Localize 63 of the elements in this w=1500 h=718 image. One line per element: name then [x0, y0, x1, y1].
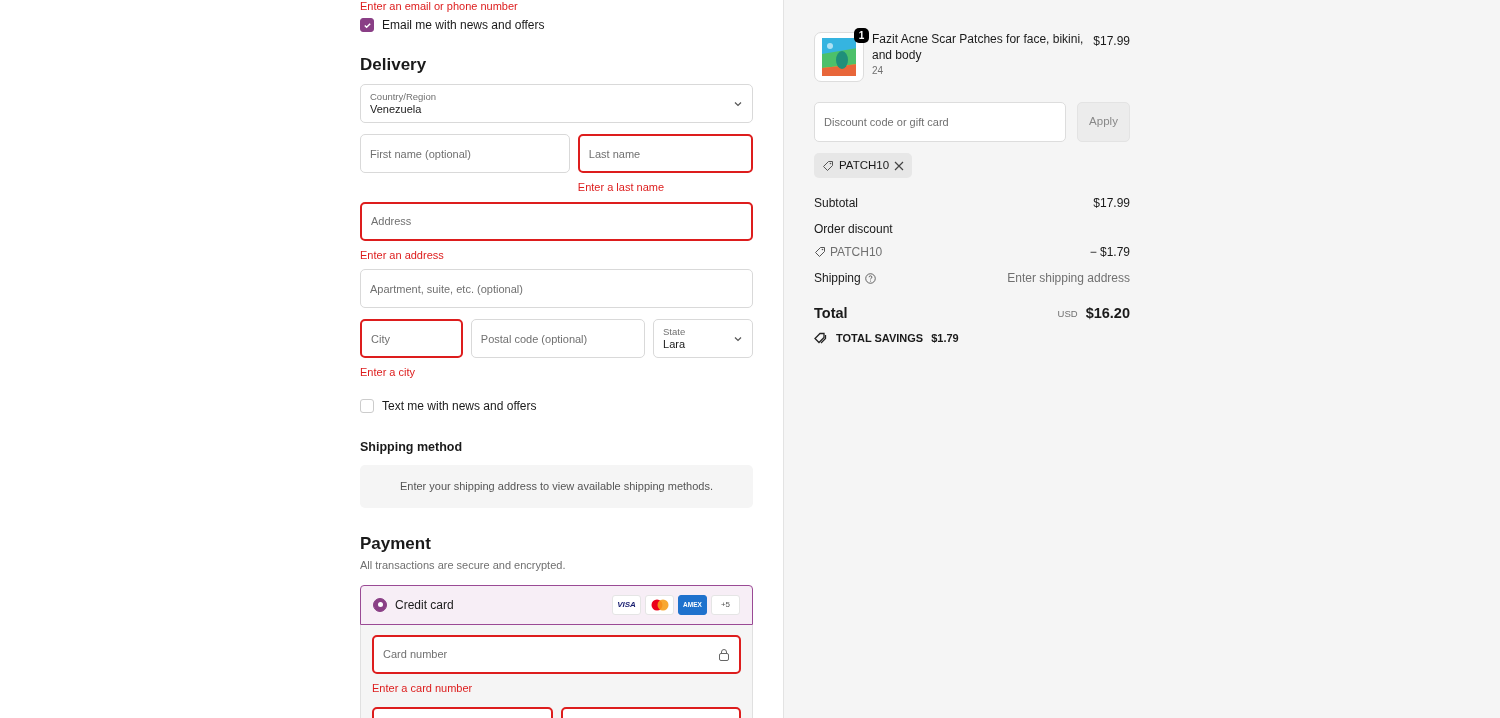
help-icon[interactable] — [864, 272, 876, 284]
error-message: Enter an email or phone number — [360, 0, 519, 13]
placeholder: City — [371, 331, 390, 347]
tag-icon — [814, 246, 826, 259]
placeholder: Card number — [383, 647, 448, 663]
select-field[interactable]: Country/Region Venezuela — [360, 84, 753, 124]
option-label: Credit card — [395, 596, 454, 614]
product-price: $17.99 — [1093, 33, 1130, 50]
product-variant: 24 — [872, 64, 885, 78]
placeholder: Apartment, suite, etc. (optional) — [370, 281, 523, 297]
checkbox-label: Email me with news and offers — [382, 17, 545, 34]
field-value: Lara — [663, 337, 686, 351]
card-brand-logo: VISA — [612, 594, 641, 615]
placeholder: Address — [371, 214, 412, 230]
total-amount: $16.20 — [1085, 304, 1130, 324]
input-field[interactable]: Last name — [577, 134, 753, 174]
input-field[interactable]: Postal code (optional) — [470, 319, 646, 359]
summary-value: − $1.79 — [1089, 244, 1130, 262]
close-icon[interactable] — [894, 160, 905, 171]
section-title: Payment — [360, 533, 432, 555]
checkbox-label: Text me with news and offers — [382, 397, 537, 415]
summary-value: Enter shipping address — [1007, 270, 1130, 288]
placeholder: Discount code or gift card — [824, 114, 949, 130]
error-message: Enter a card number — [372, 680, 474, 696]
input-field[interactable]: First name (optional) — [360, 134, 570, 174]
section-title: Shipping method — [360, 439, 464, 455]
check-icon — [362, 20, 372, 30]
error-message: Enter a city — [360, 365, 417, 381]
error-message: Enter a last name — [577, 180, 666, 196]
tag-icon — [822, 159, 834, 172]
total-label: Total — [814, 304, 848, 324]
tags-icon — [814, 332, 828, 345]
select-field[interactable]: State Lara — [653, 319, 753, 359]
info-text: Enter your shipping address to view available shipping methods. — [399, 479, 714, 495]
field-value: Venezuela — [370, 102, 423, 116]
currency: USD — [1057, 307, 1078, 321]
summary-label: Shipping — [814, 270, 861, 288]
tag-code: PATCH10 — [839, 158, 890, 173]
savings-label: TOTAL SAVINGS — [836, 331, 924, 346]
summary-label: Subtotal — [814, 195, 859, 213]
quantity-badge: 1 — [854, 28, 869, 43]
radio-button[interactable] — [373, 597, 387, 612]
field-label: State — [663, 327, 686, 338]
lock-icon — [718, 647, 730, 661]
summary-value: $17.99 — [1093, 195, 1130, 213]
placeholder: Postal code (optional) — [480, 331, 588, 347]
product-name: Fazit Acne Scar Patches for face, bikini, and body — [872, 31, 1085, 63]
subtitle: All transactions are secure and encrypted. — [360, 558, 567, 574]
section-title: Delivery — [360, 55, 428, 76]
discount-code: PATCH10 — [830, 244, 883, 262]
placeholder: Last name — [588, 146, 641, 162]
summary-label: Order discount — [814, 221, 894, 239]
input-field[interactable]: Card number — [372, 634, 741, 674]
input-field[interactable]: City — [360, 319, 463, 359]
savings-amount: $1.79 — [931, 331, 959, 346]
field-label: Country/Region — [370, 92, 436, 103]
error-message: Enter an address — [360, 247, 445, 263]
checkbox[interactable] — [360, 18, 374, 32]
more-count: +5 — [711, 594, 740, 615]
placeholder: First name (optional) — [370, 146, 471, 162]
input-field[interactable]: Address — [360, 201, 753, 241]
mastercard-icon — [645, 594, 674, 615]
input-field[interactable]: Apartment, suite, etc. (optional) — [360, 269, 753, 309]
